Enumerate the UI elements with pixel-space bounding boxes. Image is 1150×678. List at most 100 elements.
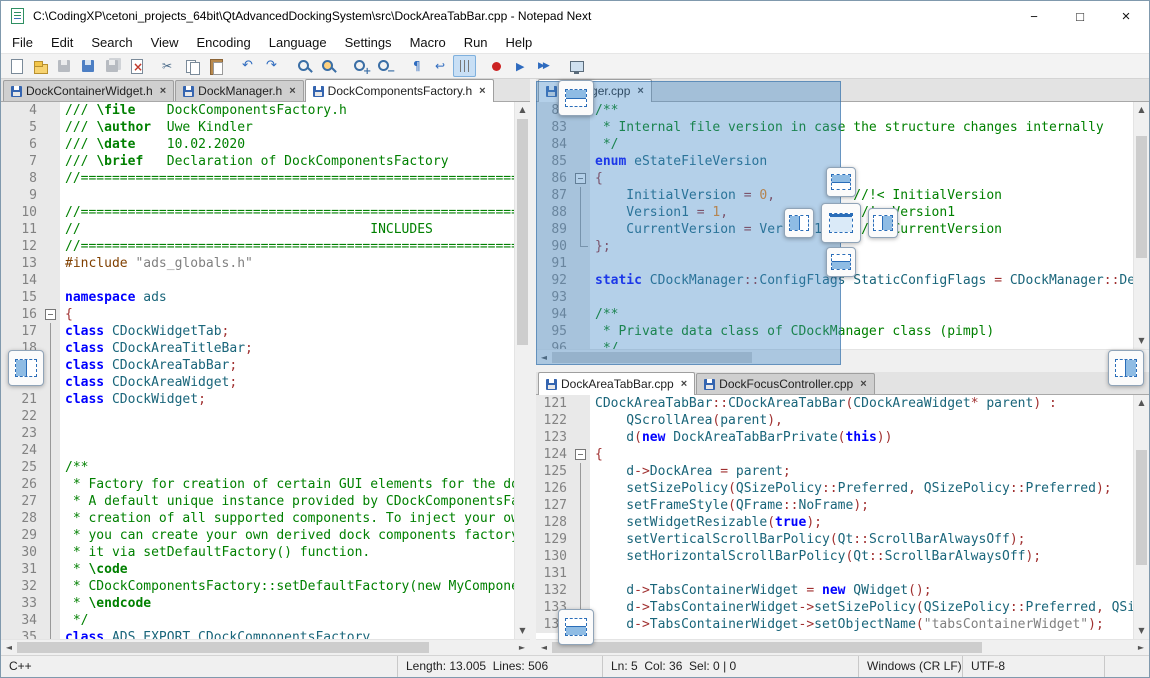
status-cursor-position: Ln: 5 Col: 36 Sel: 0 | 0 xyxy=(602,656,858,677)
edge-drop-indicator-left[interactable] xyxy=(8,350,44,386)
menu-settings[interactable]: Settings xyxy=(336,33,401,52)
undo-button[interactable] xyxy=(237,55,260,77)
menu-language[interactable]: Language xyxy=(260,33,336,52)
code-line: 18class CDockAreaTitleBar; xyxy=(1,340,514,357)
save-all-button[interactable] xyxy=(101,55,124,77)
monitor-button[interactable] xyxy=(565,55,588,77)
vertical-scrollbar[interactable]: ▲ ▼ xyxy=(1133,102,1149,349)
find-button[interactable] xyxy=(293,55,316,77)
minimize-button[interactable]: − xyxy=(1011,1,1057,31)
paste-button[interactable] xyxy=(205,55,228,77)
line-number: 122 xyxy=(536,412,572,429)
edge-drop-indicator-right[interactable] xyxy=(1108,350,1144,386)
open-file-button[interactable] xyxy=(29,55,52,77)
drop-indicator-top[interactable] xyxy=(826,167,856,197)
run-macro-multiple-button[interactable] xyxy=(533,55,556,77)
menu-macro[interactable]: Macro xyxy=(401,33,455,52)
scroll-up-arrow[interactable]: ▲ xyxy=(1134,102,1149,118)
horizontal-scrollbar[interactable]: ◄ ► xyxy=(536,639,1149,655)
scroll-right-arrow[interactable]: ► xyxy=(1133,640,1149,655)
scrollbar-thumb[interactable] xyxy=(1136,136,1147,258)
code-text: //======================================… xyxy=(60,238,514,255)
tab-dockcontainerwidget-h[interactable]: DockContainerWidget.h× xyxy=(3,80,174,101)
horizontal-splitter[interactable] xyxy=(536,365,1149,372)
edge-drop-indicator-top[interactable] xyxy=(558,80,594,116)
menu-search[interactable]: Search xyxy=(82,33,141,52)
scroll-down-arrow[interactable]: ▼ xyxy=(1134,333,1149,349)
scroll-down-arrow[interactable]: ▼ xyxy=(515,623,530,639)
line-number: 16 xyxy=(1,306,42,323)
tab-dockareatabbar-cpp[interactable]: DockAreaTabBar.cpp× xyxy=(538,372,695,395)
word-wrap-button[interactable] xyxy=(429,55,452,77)
fold-margin xyxy=(42,374,60,391)
horizontal-scrollbar[interactable]: ◄ ► xyxy=(1,639,530,655)
drop-indicator-left[interactable] xyxy=(784,208,814,238)
cut-button[interactable] xyxy=(157,55,180,77)
tab-close-icon[interactable]: × xyxy=(289,85,295,97)
show-all-characters-button[interactable] xyxy=(405,55,428,77)
replace-button[interactable] xyxy=(317,55,340,77)
code-text: setVerticalScrollBarPolicy(Qt::ScrollBar… xyxy=(590,531,1026,548)
menu-view[interactable]: View xyxy=(142,33,188,52)
tab-close-icon[interactable]: × xyxy=(479,85,485,97)
maximize-button[interactable]: □ xyxy=(1057,1,1103,31)
scrollbar-thumb[interactable] xyxy=(517,119,528,345)
close-button[interactable] xyxy=(125,55,148,77)
record-macro-button[interactable] xyxy=(485,55,508,77)
tab-dockfocuscontroller-cpp[interactable]: DockFocusController.cpp× xyxy=(696,373,875,394)
code-line: 4/// \file DockComponentsFactory.h xyxy=(1,102,514,119)
fold-marker[interactable] xyxy=(42,306,60,323)
menu-encoding[interactable]: Encoding xyxy=(188,33,260,52)
drop-indicator-bottom[interactable] xyxy=(826,247,856,277)
tab-close-icon[interactable]: × xyxy=(160,85,166,97)
code-text xyxy=(60,442,65,459)
redo-button[interactable] xyxy=(261,55,284,77)
zoom-in-button[interactable] xyxy=(349,55,372,77)
scroll-left-arrow[interactable]: ◄ xyxy=(1,640,17,655)
scrollbar-thumb[interactable] xyxy=(552,642,982,653)
scrollbar-thumb[interactable] xyxy=(1136,450,1147,565)
scroll-up-arrow[interactable]: ▲ xyxy=(1134,395,1149,411)
tab-dockmanager-h[interactable]: DockManager.h× xyxy=(175,80,303,101)
menu-help[interactable]: Help xyxy=(497,33,542,52)
code-text: /// \author Uwe Kindler xyxy=(60,119,253,136)
drop-indicator-right[interactable] xyxy=(868,208,898,238)
playback-macro-button[interactable] xyxy=(509,55,532,77)
editor[interactable]: 121CDockAreaTabBar::CDockAreaTabBar(CDoc… xyxy=(536,395,1133,639)
save-copy-button[interactable] xyxy=(77,55,100,77)
editor[interactable]: 4/// \file DockComponentsFactory.h5/// \… xyxy=(1,102,514,639)
indent-guide-button[interactable] xyxy=(453,55,476,77)
dock-window-icon xyxy=(873,215,893,231)
code-line: 5/// \author Uwe Kindler xyxy=(1,119,514,136)
menu-edit[interactable]: Edit xyxy=(42,33,82,52)
vertical-scrollbar[interactable]: ▲ ▼ xyxy=(1133,395,1149,639)
save-button[interactable] xyxy=(53,55,76,77)
tab-close-icon[interactable]: × xyxy=(860,378,866,390)
status-language[interactable]: C++ xyxy=(1,656,397,677)
edge-drop-indicator-bottom[interactable] xyxy=(558,609,594,645)
scroll-left-arrow[interactable]: ◄ xyxy=(536,640,552,655)
paste-icon xyxy=(208,58,225,75)
tab-close-icon[interactable]: × xyxy=(681,378,687,390)
zoom-out-button[interactable] xyxy=(373,55,396,77)
fold-marker[interactable] xyxy=(572,446,590,463)
menu-file[interactable]: File xyxy=(3,33,42,52)
scroll-up-arrow[interactable]: ▲ xyxy=(515,102,530,118)
menu-run[interactable]: Run xyxy=(455,33,497,52)
code-line: 129 setVerticalScrollBarPolicy(Qt::Scrol… xyxy=(536,531,1133,548)
drop-indicator-center[interactable] xyxy=(821,203,861,243)
scroll-right-arrow[interactable]: ► xyxy=(514,640,530,655)
dock-area-left: DockContainerWidget.h×DockManager.h×Dock… xyxy=(1,79,530,655)
new-file-button[interactable] xyxy=(5,55,28,77)
tab-dockcomponentsfactory-h[interactable]: DockComponentsFactory.h× xyxy=(305,79,494,102)
status-eol-format[interactable]: Windows (CR LF) xyxy=(858,656,962,677)
status-encoding[interactable]: UTF-8 xyxy=(962,656,1104,677)
scroll-down-arrow[interactable]: ▼ xyxy=(1134,623,1149,639)
close-button[interactable]: × xyxy=(1103,1,1149,31)
scrollbar-thumb[interactable] xyxy=(17,642,429,653)
fold-margin xyxy=(572,463,590,480)
copy-button[interactable] xyxy=(181,55,204,77)
vertical-scrollbar[interactable]: ▲ ▼ xyxy=(514,102,530,639)
titlebar[interactable]: C:\CodingXP\cetoni_projects_64bit\QtAdva… xyxy=(1,1,1149,31)
code-line: 30 * it via setDefaultFactory() function… xyxy=(1,544,514,561)
